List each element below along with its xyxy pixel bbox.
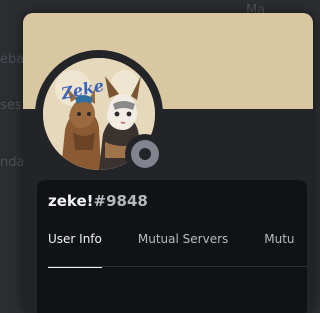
background-text: nda: [0, 155, 25, 170]
status-indicator: [125, 134, 165, 174]
tab-mutual-servers[interactable]: Mutual Servers: [138, 232, 228, 268]
profile-info-card: zeke!#9848 User Info Mutual Servers Mutu: [37, 180, 308, 313]
tabs-divider: [48, 266, 308, 267]
profile-username[interactable]: zeke!#9848: [48, 192, 148, 210]
background-text: eba: [0, 52, 25, 67]
background-text: ses: [0, 98, 22, 113]
profile-tabs: User Info Mutual Servers Mutu: [48, 232, 313, 268]
user-profile-modal: Zeke zeke!#9848 User Info Mutual Servers…: [23, 13, 313, 313]
username-text: zeke!: [48, 192, 94, 210]
tab-mutual-friends[interactable]: Mutu: [264, 232, 294, 268]
avatar-frame[interactable]: Zeke: [35, 50, 165, 178]
offline-status-icon: [131, 140, 159, 168]
discriminator-text: #9848: [93, 192, 148, 210]
tab-user-info[interactable]: User Info: [48, 232, 102, 268]
